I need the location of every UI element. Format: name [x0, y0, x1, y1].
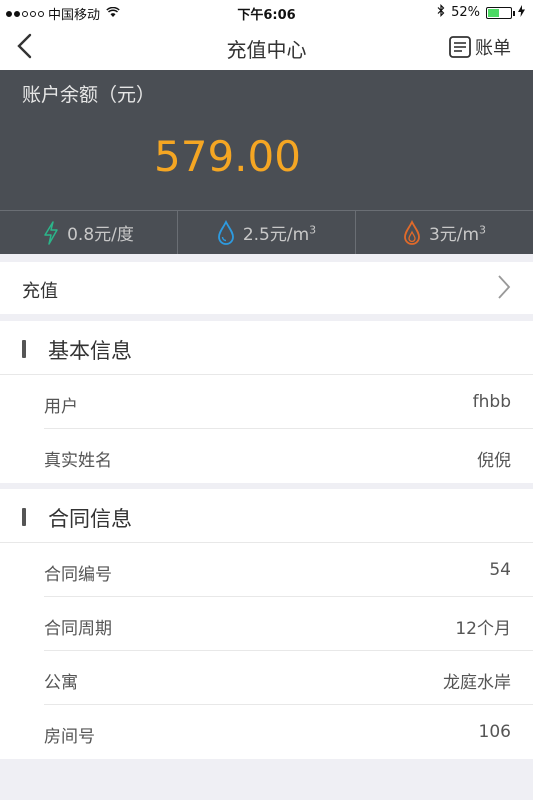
- rate-water-value: 2.5元/m3: [242, 223, 317, 245]
- rate-electricity-value: 0.8元/度: [67, 225, 134, 245]
- info-row-contract-period: 合同周期 12个月: [44, 597, 533, 651]
- balance-panel: 账户余额（元） 579.00: [0, 70, 533, 210]
- info-value: 龙庭水岸: [443, 673, 511, 693]
- gas-flame-icon: [404, 219, 420, 245]
- info-value: 倪倪: [477, 451, 511, 471]
- info-value: 12个月: [455, 619, 511, 639]
- bluetooth-icon: [437, 4, 445, 21]
- info-row-contract-no: 合同编号 54: [44, 543, 533, 597]
- balance-amount: 579.00: [154, 132, 301, 181]
- info-value: fhbb: [472, 392, 511, 412]
- info-row-apartment: 公寓 龙庭水岸: [44, 651, 533, 705]
- section-marker: [22, 508, 26, 526]
- contract-info-section: 合同信息 合同编号 54 合同周期 12个月 公寓 龙庭水岸 房间号 106: [0, 489, 533, 759]
- info-value: 106: [478, 722, 511, 742]
- rate-gas-value: 3元/m3: [428, 223, 487, 245]
- bill-icon: [449, 36, 471, 58]
- info-value: 54: [489, 560, 511, 580]
- battery-percent: 52%: [451, 5, 480, 20]
- rate-gas: 3元/m3: [355, 211, 533, 254]
- info-row-real-name: 真实姓名 倪倪: [44, 429, 533, 483]
- info-row-room-no: 房间号 106: [44, 705, 533, 759]
- rates-bar: 0.8元/度 2.5元/m3 3元/m3: [0, 210, 533, 254]
- info-key: 合同周期: [44, 619, 112, 639]
- section-marker: [22, 340, 26, 358]
- rate-electricity: 0.8元/度: [0, 211, 177, 254]
- water-drop-icon: [217, 219, 234, 245]
- section-title: 基本信息: [48, 339, 132, 363]
- status-bar: 中国移动 下午6:06 52%: [0, 0, 533, 24]
- bill-label: 账单: [475, 38, 511, 59]
- charging-icon: [518, 4, 525, 21]
- info-key: 房间号: [44, 727, 95, 747]
- info-key: 真实姓名: [44, 451, 112, 471]
- balance-label: 账户余额（元）: [22, 84, 156, 106]
- section-title: 合同信息: [48, 507, 132, 531]
- section-header: 基本信息: [0, 321, 533, 375]
- lightning-icon: [44, 220, 58, 245]
- info-key: 公寓: [44, 673, 78, 693]
- info-key: 合同编号: [44, 565, 112, 585]
- recharge-label: 充值: [22, 281, 58, 302]
- rate-water: 2.5元/m3: [177, 211, 355, 254]
- nav-bar: 充值中心 账单: [0, 24, 533, 70]
- basic-info-section: 基本信息 用户 fhbb 真实姓名 倪倪: [0, 321, 533, 483]
- status-right: 52%: [437, 4, 525, 21]
- info-row-user: 用户 fhbb: [44, 375, 533, 429]
- battery-icon: [486, 6, 515, 19]
- info-key: 用户: [44, 397, 78, 417]
- chevron-right-icon: [498, 275, 511, 299]
- section-header: 合同信息: [0, 489, 533, 543]
- bill-button[interactable]: 账单: [449, 34, 511, 60]
- recharge-row[interactable]: 充值: [0, 262, 533, 314]
